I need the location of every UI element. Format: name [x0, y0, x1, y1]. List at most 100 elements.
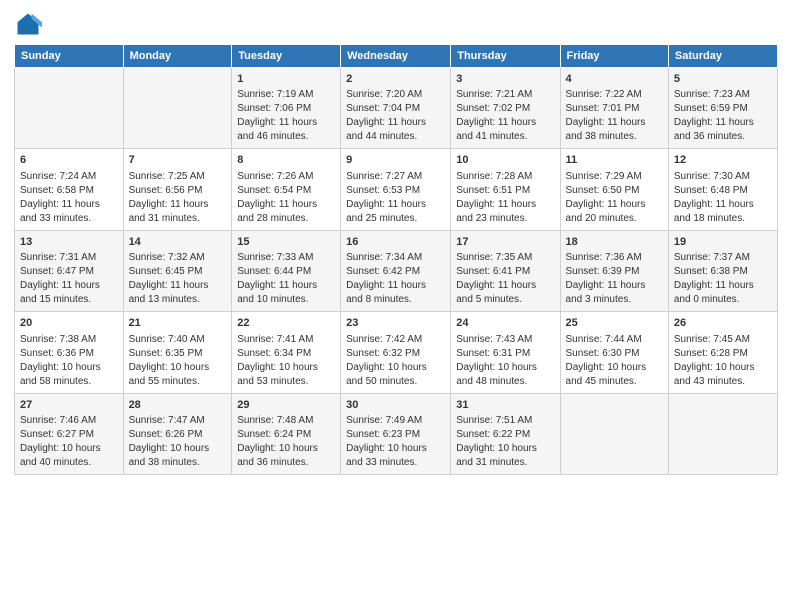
cell-5-6 [560, 393, 668, 474]
cell-3-2: 14Sunrise: 7:32 AM Sunset: 6:45 PM Dayli… [123, 230, 232, 311]
cell-details: Sunrise: 7:45 AM Sunset: 6:28 PM Dayligh… [674, 333, 772, 389]
day-number: 22 [237, 316, 335, 331]
day-number: 3 [456, 72, 554, 87]
cell-details: Sunrise: 7:25 AM Sunset: 6:56 PM Dayligh… [129, 170, 227, 226]
cell-5-5: 31Sunrise: 7:51 AM Sunset: 6:22 PM Dayli… [451, 393, 560, 474]
cell-details: Sunrise: 7:32 AM Sunset: 6:45 PM Dayligh… [129, 251, 227, 307]
week-row-4: 20 Sunrise: 7:38 AM Sunset: 6:36 PM Dayli… [15, 312, 778, 393]
day-number: 9 [346, 153, 445, 168]
cell-2-7: 12 Sunrise: 7:30 AM Sunset: 6:48 PM Dayli… [668, 149, 777, 230]
cell-5-4: 30Sunrise: 7:49 AM Sunset: 6:23 PM Dayli… [341, 393, 451, 474]
cell-5-3: 29Sunrise: 7:48 AM Sunset: 6:24 PM Dayli… [232, 393, 341, 474]
cell-details: Sunrise: 7:34 AM Sunset: 6:42 PM Dayligh… [346, 251, 445, 307]
col-header-monday: Monday [123, 45, 232, 68]
cell-2-3: 8 Sunrise: 7:26 AM Sunset: 6:54 PM Daylig… [232, 149, 341, 230]
cell-details: Sunrise: 7:49 AM Sunset: 6:23 PM Dayligh… [346, 414, 445, 470]
cell-3-1: 13Sunrise: 7:31 AM Sunset: 6:47 PM Dayli… [15, 230, 124, 311]
cell-details: Sunrise: 7:33 AM Sunset: 6:44 PM Dayligh… [237, 251, 335, 307]
cell-1-6: 4Sunrise: 7:22 AM Sunset: 7:01 PM Daylig… [560, 68, 668, 149]
cell-1-3: 1Sunrise: 7:19 AM Sunset: 7:06 PM Daylig… [232, 68, 341, 149]
day-number: 31 [456, 398, 554, 413]
cell-4-5: 24 Sunrise: 7:43 AM Sunset: 6:31 PM Dayli… [451, 312, 560, 393]
cell-details: Sunrise: 7:43 AM Sunset: 6:31 PM Dayligh… [456, 333, 554, 389]
day-number: 25 [566, 316, 663, 331]
week-row-2: 6 Sunrise: 7:24 AM Sunset: 6:58 PM Daylig… [15, 149, 778, 230]
day-number: 6 [20, 153, 118, 168]
cell-5-7 [668, 393, 777, 474]
day-number: 8 [237, 153, 335, 168]
cell-details: Sunrise: 7:22 AM Sunset: 7:01 PM Dayligh… [566, 88, 663, 144]
cell-3-7: 19Sunrise: 7:37 AM Sunset: 6:38 PM Dayli… [668, 230, 777, 311]
cell-3-6: 18Sunrise: 7:36 AM Sunset: 6:39 PM Dayli… [560, 230, 668, 311]
col-header-wednesday: Wednesday [341, 45, 451, 68]
cell-details: Sunrise: 7:31 AM Sunset: 6:47 PM Dayligh… [20, 251, 118, 307]
day-number: 1 [237, 72, 335, 87]
day-number: 17 [456, 235, 554, 250]
cell-2-1: 6 Sunrise: 7:24 AM Sunset: 6:58 PM Daylig… [15, 149, 124, 230]
cell-details: Sunrise: 7:36 AM Sunset: 6:39 PM Dayligh… [566, 251, 663, 307]
day-number: 29 [237, 398, 335, 413]
cell-details: Sunrise: 7:30 AM Sunset: 6:48 PM Dayligh… [674, 170, 772, 226]
cell-3-4: 16Sunrise: 7:34 AM Sunset: 6:42 PM Dayli… [341, 230, 451, 311]
cell-details: Sunrise: 7:42 AM Sunset: 6:32 PM Dayligh… [346, 333, 445, 389]
cell-details: Sunrise: 7:29 AM Sunset: 6:50 PM Dayligh… [566, 170, 663, 226]
cell-3-5: 17Sunrise: 7:35 AM Sunset: 6:41 PM Dayli… [451, 230, 560, 311]
cell-details: Sunrise: 7:46 AM Sunset: 6:27 PM Dayligh… [20, 414, 118, 470]
day-number: 19 [674, 235, 772, 250]
logo-icon [14, 10, 42, 38]
day-number: 10 [456, 153, 554, 168]
cell-2-6: 11Sunrise: 7:29 AM Sunset: 6:50 PM Dayli… [560, 149, 668, 230]
cell-3-3: 15Sunrise: 7:33 AM Sunset: 6:44 PM Dayli… [232, 230, 341, 311]
cell-4-1: 20 Sunrise: 7:38 AM Sunset: 6:36 PM Dayli… [15, 312, 124, 393]
cell-details: Sunrise: 7:48 AM Sunset: 6:24 PM Dayligh… [237, 414, 335, 470]
cell-details: Sunrise: 7:28 AM Sunset: 6:51 PM Dayligh… [456, 170, 554, 226]
cell-4-3: 22 Sunrise: 7:41 AM Sunset: 6:34 PM Dayli… [232, 312, 341, 393]
calendar-table: SundayMondayTuesdayWednesdayThursdayFrid… [14, 44, 778, 475]
col-header-saturday: Saturday [668, 45, 777, 68]
cell-5-1: 27Sunrise: 7:46 AM Sunset: 6:27 PM Dayli… [15, 393, 124, 474]
cell-4-2: 21 Sunrise: 7:40 AM Sunset: 6:35 PM Dayli… [123, 312, 232, 393]
day-number: 23 [346, 316, 445, 331]
cell-1-4: 2Sunrise: 7:20 AM Sunset: 7:04 PM Daylig… [341, 68, 451, 149]
day-number: 27 [20, 398, 118, 413]
day-number: 5 [674, 72, 772, 87]
cell-5-2: 28Sunrise: 7:47 AM Sunset: 6:26 PM Dayli… [123, 393, 232, 474]
day-number: 20 [20, 316, 118, 331]
logo [14, 10, 44, 38]
cell-1-2 [123, 68, 232, 149]
cell-details: Sunrise: 7:27 AM Sunset: 6:53 PM Dayligh… [346, 170, 445, 226]
col-header-sunday: Sunday [15, 45, 124, 68]
page: SundayMondayTuesdayWednesdayThursdayFrid… [0, 0, 792, 612]
day-number: 14 [129, 235, 227, 250]
cell-details: Sunrise: 7:40 AM Sunset: 6:35 PM Dayligh… [129, 333, 227, 389]
day-number: 2 [346, 72, 445, 87]
day-number: 21 [129, 316, 227, 331]
day-number: 12 [674, 153, 772, 168]
cell-details: Sunrise: 7:38 AM Sunset: 6:36 PM Dayligh… [20, 333, 118, 389]
day-number: 26 [674, 316, 772, 331]
cell-1-5: 3Sunrise: 7:21 AM Sunset: 7:02 PM Daylig… [451, 68, 560, 149]
cell-details: Sunrise: 7:37 AM Sunset: 6:38 PM Dayligh… [674, 251, 772, 307]
cell-details: Sunrise: 7:44 AM Sunset: 6:30 PM Dayligh… [566, 333, 663, 389]
col-header-thursday: Thursday [451, 45, 560, 68]
cell-details: Sunrise: 7:26 AM Sunset: 6:54 PM Dayligh… [237, 170, 335, 226]
day-number: 28 [129, 398, 227, 413]
cell-details: Sunrise: 7:51 AM Sunset: 6:22 PM Dayligh… [456, 414, 554, 470]
week-row-1: 1Sunrise: 7:19 AM Sunset: 7:06 PM Daylig… [15, 68, 778, 149]
day-number: 16 [346, 235, 445, 250]
day-number: 15 [237, 235, 335, 250]
col-header-tuesday: Tuesday [232, 45, 341, 68]
cell-2-5: 10 Sunrise: 7:28 AM Sunset: 6:51 PM Dayli… [451, 149, 560, 230]
cell-details: Sunrise: 7:23 AM Sunset: 6:59 PM Dayligh… [674, 88, 772, 144]
cell-1-1 [15, 68, 124, 149]
day-number: 13 [20, 235, 118, 250]
week-row-5: 27Sunrise: 7:46 AM Sunset: 6:27 PM Dayli… [15, 393, 778, 474]
cell-4-7: 26 Sunrise: 7:45 AM Sunset: 6:28 PM Dayli… [668, 312, 777, 393]
cell-details: Sunrise: 7:20 AM Sunset: 7:04 PM Dayligh… [346, 88, 445, 144]
day-number: 24 [456, 316, 554, 331]
cell-details: Sunrise: 7:41 AM Sunset: 6:34 PM Dayligh… [237, 333, 335, 389]
cell-details: Sunrise: 7:24 AM Sunset: 6:58 PM Dayligh… [20, 170, 118, 226]
cell-details: Sunrise: 7:21 AM Sunset: 7:02 PM Dayligh… [456, 88, 554, 144]
cell-2-4: 9 Sunrise: 7:27 AM Sunset: 6:53 PM Daylig… [341, 149, 451, 230]
cell-details: Sunrise: 7:35 AM Sunset: 6:41 PM Dayligh… [456, 251, 554, 307]
